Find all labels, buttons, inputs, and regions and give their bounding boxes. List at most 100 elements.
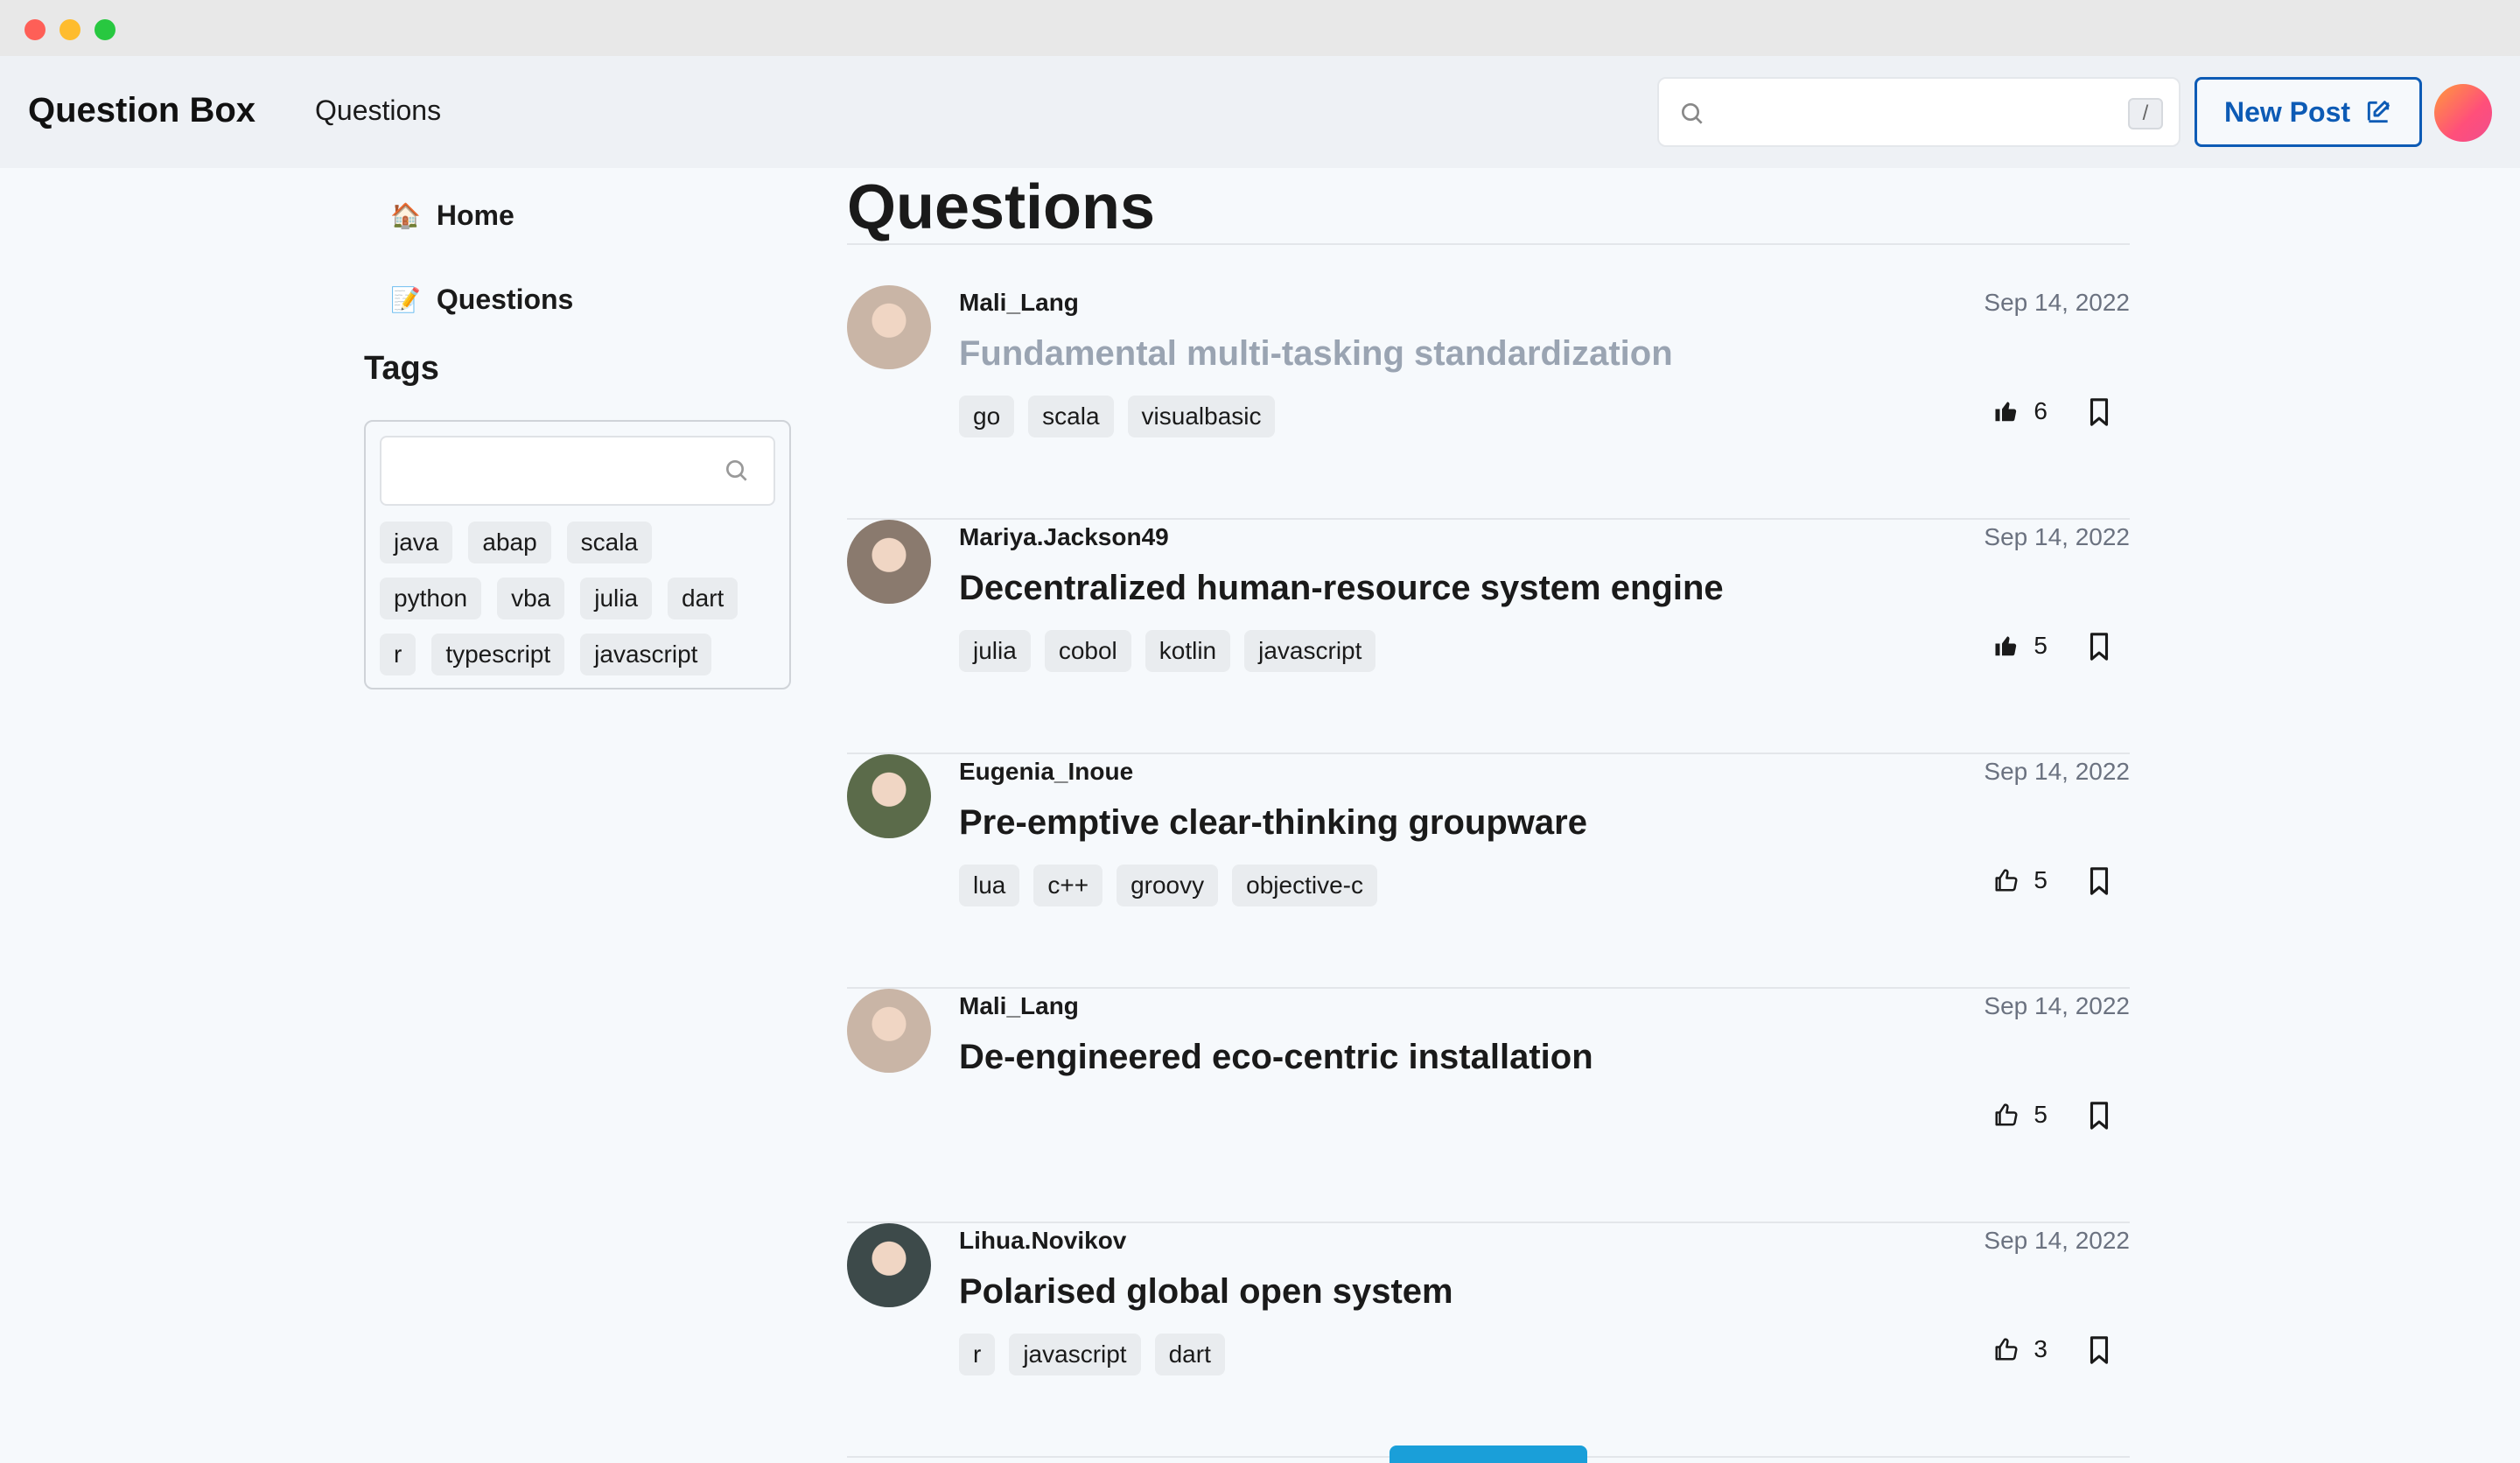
tag[interactable]: groovy — [1116, 864, 1219, 906]
bookmark-icon[interactable] — [2086, 1101, 2112, 1130]
tag[interactable]: julia — [580, 578, 653, 620]
vote-button[interactable]: 5 — [1993, 632, 2048, 660]
post-date: Sep 14, 2022 — [1984, 758, 2130, 785]
vote-button[interactable]: 6 — [1993, 397, 2048, 425]
vote-count: 5 — [2034, 1101, 2048, 1128]
page-title: Questions — [847, 172, 1156, 242]
tag[interactable]: abap — [468, 522, 551, 564]
title-divider — [847, 243, 2130, 245]
top-navbar: Question Box Questions / New Post — [0, 56, 2520, 168]
vote-count: 5 — [2034, 866, 2048, 893]
question-title[interactable]: Polarised global open system — [959, 1272, 1453, 1312]
question-card[interactable]: Mali_Lang Sep 14, 2022 Fundamental multi… — [847, 285, 2130, 520]
author-avatar[interactable] — [847, 989, 931, 1073]
tags-heading: Tags — [364, 350, 439, 387]
tag[interactable]: visualbasic — [1127, 396, 1276, 438]
vote-count: 6 — [2034, 397, 2048, 424]
tag[interactable]: kotlin — [1144, 630, 1231, 672]
bookmark-icon[interactable] — [2086, 1335, 2112, 1365]
vote-button[interactable]: 3 — [1993, 1335, 2048, 1363]
tag[interactable]: julia — [959, 630, 1031, 672]
tag[interactable]: typescript — [431, 634, 565, 676]
question-tags: julia cobol kotlin javascript — [959, 630, 1376, 672]
question-title[interactable]: Fundamental multi-tasking standardizatio… — [959, 334, 1673, 374]
author-name[interactable]: Eugenia_Inoue — [959, 758, 1133, 786]
tag[interactable]: javascript — [1009, 1334, 1141, 1376]
question-card[interactable]: Eugenia_Inoue Sep 14, 2022 Pre-emptive c… — [847, 754, 2130, 989]
tag[interactable]: python — [380, 578, 482, 620]
tag-row: r typescript javascript — [380, 634, 712, 676]
sidebar-item-home[interactable]: 🏠 Home — [390, 200, 514, 232]
load-more-button[interactable] — [1390, 1446, 1587, 1463]
maximize-window-button[interactable] — [94, 19, 116, 40]
question-title[interactable]: De-engineered eco-centric installation — [959, 1038, 1593, 1077]
tag[interactable]: go — [959, 396, 1015, 438]
tag[interactable]: r — [959, 1334, 996, 1376]
question-card[interactable]: Mariya.Jackson49 Sep 14, 2022 Decentrali… — [847, 520, 2130, 754]
tag[interactable]: vba — [497, 578, 565, 620]
question-tags: lua c++ groovy objective-c — [959, 864, 1377, 906]
sidebar-item-label: Home — [436, 200, 514, 231]
search-icon — [1682, 103, 1703, 124]
author-avatar[interactable] — [847, 1223, 931, 1307]
bookmark-icon[interactable] — [2086, 866, 2112, 896]
tag[interactable]: objective-c — [1232, 864, 1377, 906]
thumbs-up-icon — [1995, 636, 2017, 656]
thumbs-up-icon — [1995, 1103, 2018, 1126]
thumbs-up-icon — [1995, 1338, 2018, 1361]
vote-count: 3 — [2034, 1335, 2048, 1362]
author-name[interactable]: Mali_Lang — [959, 992, 1079, 1020]
author-avatar[interactable] — [847, 285, 931, 369]
vote-count: 5 — [2034, 632, 2048, 659]
author-name[interactable]: Mali_Lang — [959, 289, 1079, 317]
vote-button[interactable]: 5 — [1993, 866, 2048, 894]
new-post-button[interactable]: New Post — [2194, 77, 2422, 147]
new-post-label: New Post — [2223, 95, 2351, 128]
search-input[interactable]: / — [1657, 77, 2180, 147]
edit-icon — [2367, 101, 2390, 123]
thumbs-up-icon — [1995, 402, 2017, 422]
tag[interactable]: lua — [959, 864, 1020, 906]
tag-row: python vba julia dart — [380, 578, 738, 620]
tag[interactable]: scala — [566, 522, 653, 564]
post-date: Sep 14, 2022 — [1984, 289, 2130, 316]
question-title[interactable]: Pre-emptive clear-thinking groupware — [959, 803, 1587, 843]
tag[interactable]: javascript — [580, 634, 712, 676]
close-window-button[interactable] — [24, 19, 46, 40]
search-icon — [726, 460, 747, 481]
vote-button[interactable]: 5 — [1993, 1101, 2048, 1129]
sidebar-item-questions[interactable]: 📝 Questions — [390, 284, 573, 316]
post-date: Sep 14, 2022 — [1984, 1227, 2130, 1254]
tag[interactable]: c++ — [1033, 864, 1103, 906]
question-tags: go scala visualbasic — [959, 396, 1276, 438]
tag[interactable]: javascript — [1244, 630, 1376, 672]
sidebar-item-label: Questions — [436, 284, 574, 315]
post-date: Sep 14, 2022 — [1984, 992, 2130, 1019]
tag[interactable]: dart — [1154, 1334, 1225, 1376]
post-date: Sep 14, 2022 — [1984, 523, 2130, 550]
bookmark-icon[interactable] — [2086, 632, 2112, 662]
brand-logo[interactable]: Question Box — [28, 91, 256, 130]
bookmark-icon[interactable] — [2086, 397, 2112, 427]
tag[interactable]: cobol — [1044, 630, 1131, 672]
author-name[interactable]: Lihua.Novikov — [959, 1227, 1126, 1255]
question-card[interactable]: Mali_Lang Sep 14, 2022 De-engineered eco… — [847, 989, 2130, 1223]
tag[interactable]: r — [380, 634, 416, 676]
search-shortcut-hint: / — [2128, 98, 2163, 130]
tag[interactable]: scala — [1028, 396, 1114, 438]
user-avatar[interactable] — [2434, 84, 2492, 142]
thumbs-up-icon — [1995, 869, 2018, 892]
tag-search-input[interactable] — [380, 436, 775, 506]
tags-panel: java abap scala python vba julia dart r … — [364, 420, 791, 690]
question-title[interactable]: Decentralized human-resource system engi… — [959, 569, 1724, 608]
question-tags: r javascript dart — [959, 1334, 1225, 1376]
minimize-window-button[interactable] — [60, 19, 80, 40]
author-name[interactable]: Mariya.Jackson49 — [959, 523, 1169, 551]
author-avatar[interactable] — [847, 520, 931, 604]
question-card[interactable]: Lihua.Novikov Sep 14, 2022 Polarised glo… — [847, 1223, 2130, 1458]
tag[interactable]: dart — [668, 578, 738, 620]
tag-row: java abap scala — [380, 522, 653, 564]
tag[interactable]: java — [380, 522, 453, 564]
author-avatar[interactable] — [847, 754, 931, 838]
nav-link-questions[interactable]: Questions — [315, 94, 441, 127]
